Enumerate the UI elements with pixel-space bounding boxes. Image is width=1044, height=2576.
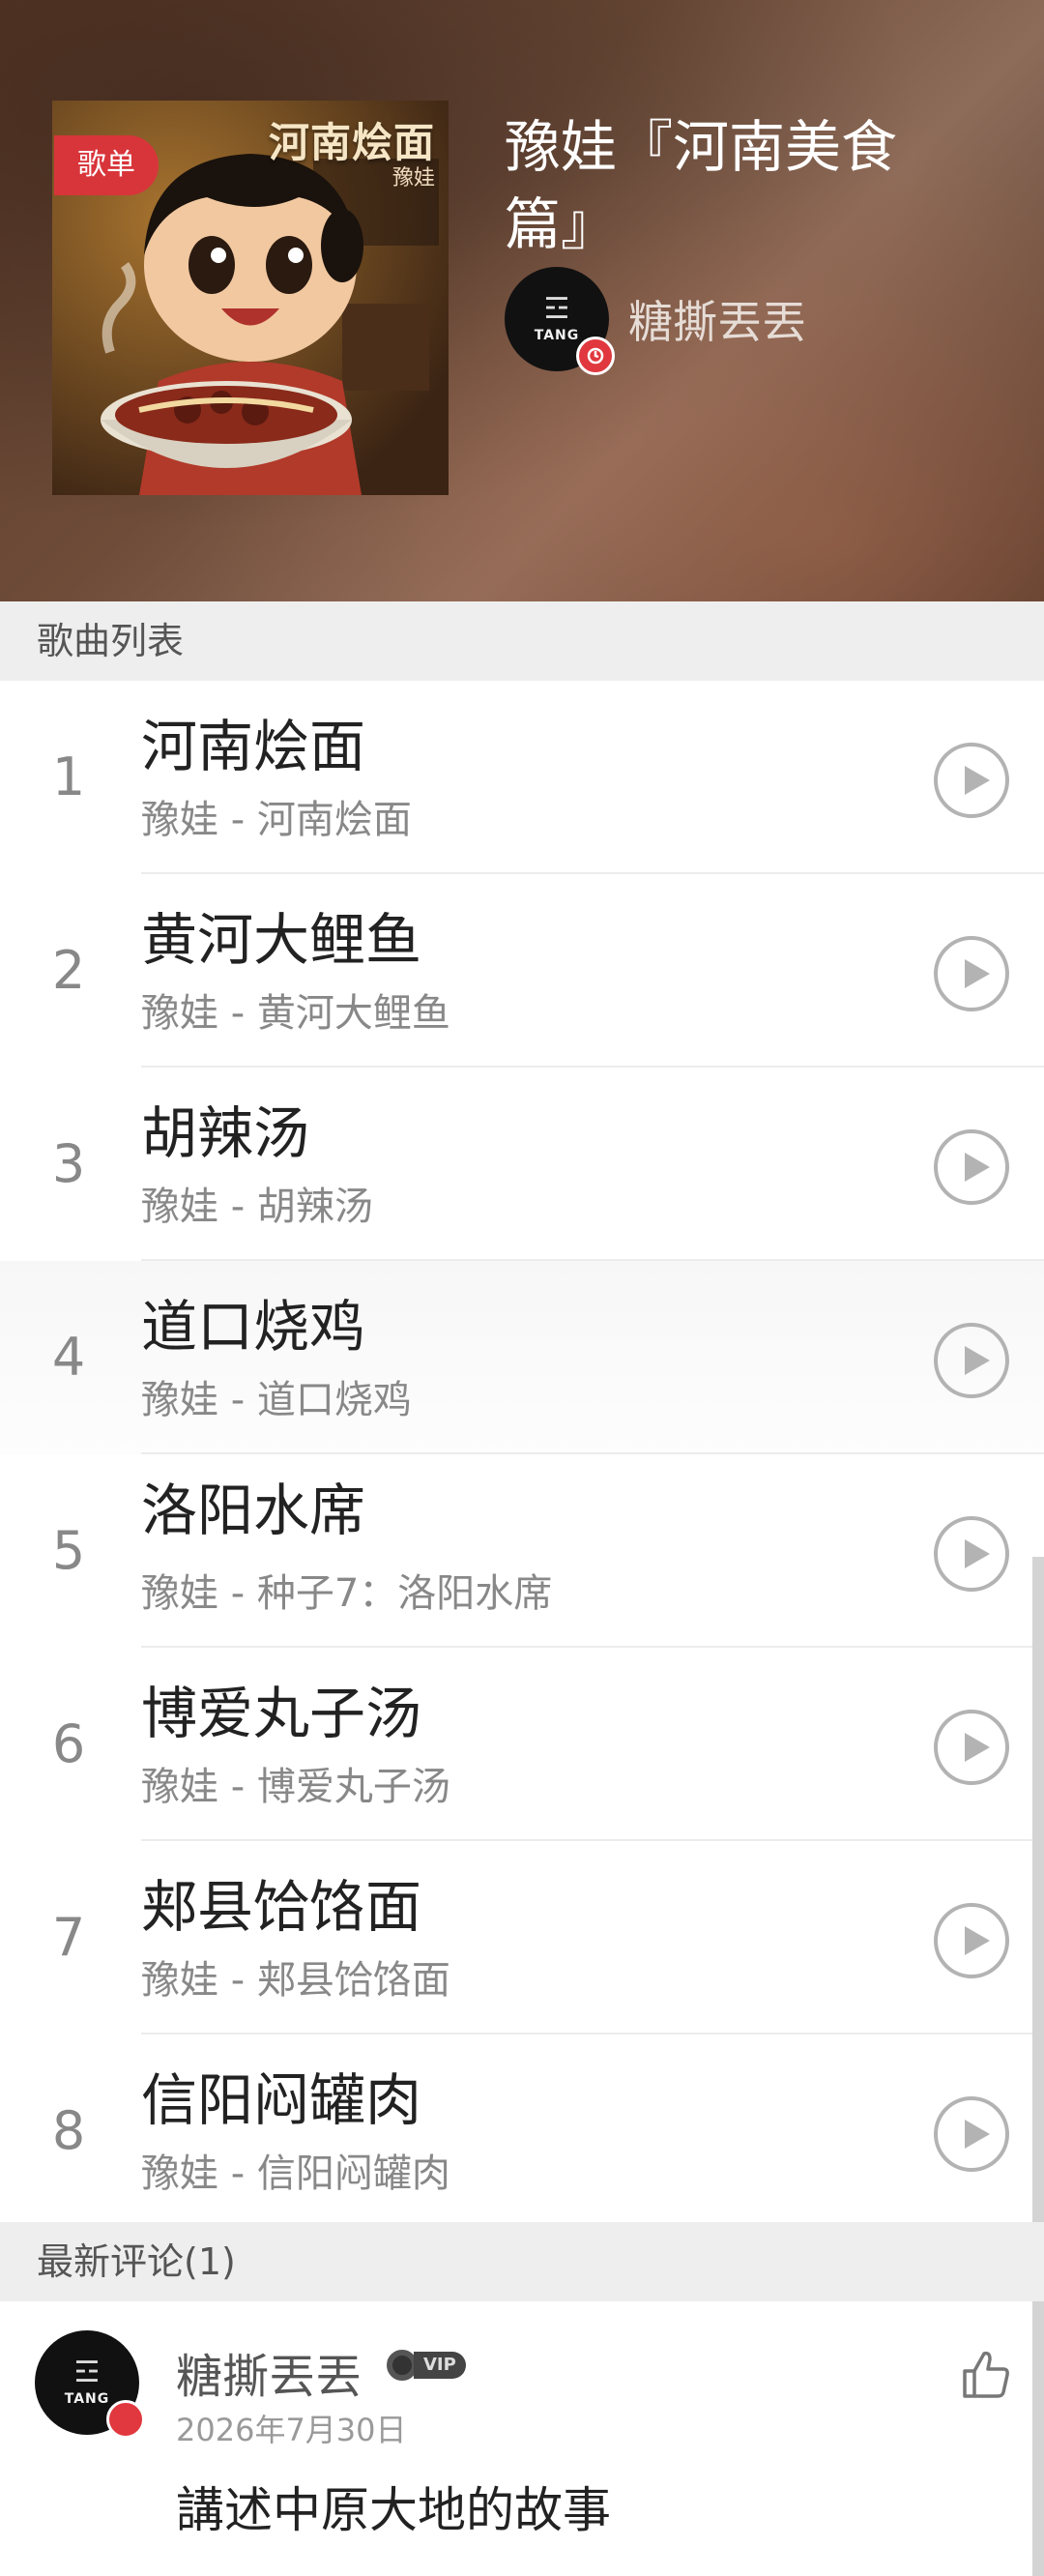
- music-badge-icon: [576, 337, 615, 375]
- comment-date: 2026年7月30日: [176, 2412, 407, 2448]
- cover-subtitle: 豫娃: [392, 166, 435, 190]
- song-number: 8: [51, 2100, 86, 2161]
- commenter-avatar[interactable]: ☲ TANG: [35, 2330, 145, 2439]
- play-circle-icon[interactable]: [934, 1516, 1009, 1592]
- song-title: 郏县饸饹面: [141, 1874, 422, 1940]
- play-circle-icon[interactable]: [934, 1129, 1009, 1205]
- song-row[interactable]: 7 郏县饸饹面 豫娃 - 郏县饸饹面: [0, 1841, 1044, 2034]
- comments-header: 最新评论(1): [0, 2222, 1044, 2301]
- song-number: 4: [51, 1327, 86, 1388]
- song-title: 信阳闷罐肉: [141, 2067, 422, 2133]
- song-row[interactable]: 5 洛阳水席 豫娃 - 种子7：洛阳水席: [0, 1454, 1044, 1648]
- play-circle-icon[interactable]: [934, 1710, 1009, 1785]
- commenter-name[interactable]: 糖撕丟丟: [176, 2338, 362, 2406]
- play-circle-icon[interactable]: [934, 936, 1009, 1011]
- song-title: 黄河大鲤鱼: [141, 907, 422, 973]
- song-row[interactable]: 2 黄河大鲤鱼 豫娃 - 黄河大鲤鱼: [0, 874, 1044, 1068]
- play-circle-icon[interactable]: [934, 1903, 1009, 1978]
- avatar-brand-text: TANG: [534, 328, 580, 343]
- song-subtitle: 豫娃 - 胡辣汤: [141, 1185, 373, 1229]
- song-number: 1: [51, 746, 86, 807]
- song-row[interactable]: 1 河南烩面 豫娃 - 河南烩面: [0, 681, 1044, 874]
- song-number: 7: [51, 1907, 86, 1968]
- song-subtitle: 豫娃 - 信阳闷罐肉: [141, 2152, 450, 2196]
- playlist-cover[interactable]: 歌单 河南烩面 豫娃: [52, 101, 449, 495]
- song-subtitle: 豫娃 - 道口烧鸡: [141, 1378, 412, 1422]
- song-subtitle: 豫娃 - 河南烩面: [141, 798, 412, 842]
- vip-badge: VIP: [387, 2350, 466, 2381]
- avatar-logo-icon: ☲: [73, 2356, 101, 2389]
- song-subtitle: 豫娃 - 博爱丸子汤: [141, 1765, 450, 1809]
- scrollbar[interactable]: [1032, 1557, 1044, 2576]
- thumbs-up-icon[interactable]: [959, 2348, 1013, 2402]
- creator-avatar[interactable]: ☲ TANG: [505, 267, 615, 375]
- vip-label: VIP: [414, 2352, 466, 2379]
- playlist-creator[interactable]: ☲ TANG 糖撕丟丟: [505, 267, 806, 375]
- song-number: 5: [51, 1520, 86, 1581]
- playlist-header: 歌单 河南烩面 豫娃 豫娃『河南美食篇』 ☲ TANG 糖撕丟丟: [0, 0, 1044, 601]
- avatar-logo-icon: ☲: [543, 292, 570, 326]
- song-number: 6: [51, 1713, 86, 1774]
- song-number: 2: [51, 940, 86, 1001]
- song-title: 洛阳水席: [141, 1478, 366, 1543]
- song-number: 3: [51, 1133, 86, 1194]
- play-circle-icon[interactable]: [934, 2096, 1009, 2172]
- cover-playlist-tag: 歌单: [54, 135, 159, 195]
- play-circle-icon[interactable]: [934, 743, 1009, 818]
- song-title: 博爱丸子汤: [141, 1681, 422, 1746]
- song-subtitle: 豫娃 - 郏县饸饹面: [141, 1958, 450, 2003]
- song-list-header: 歌曲列表: [0, 601, 1044, 681]
- song-subtitle: 豫娃 - 黄河大鲤鱼: [141, 991, 450, 1036]
- play-circle-icon[interactable]: [934, 1323, 1009, 1398]
- song-row[interactable]: 3 胡辣汤 豫娃 - 胡辣汤: [0, 1068, 1044, 1261]
- song-title: 胡辣汤: [141, 1100, 310, 1166]
- song-row[interactable]: 6 博爱丸子汤 豫娃 - 博爱丸子汤: [0, 1648, 1044, 1841]
- avatar-brand-text: TANG: [64, 2391, 110, 2407]
- music-badge-icon: [106, 2400, 145, 2439]
- playlist-title: 豫娃『河南美食篇』: [505, 114, 898, 257]
- song-title: 河南烩面: [141, 714, 366, 779]
- song-subtitle: 豫娃 - 种子7：洛阳水席: [141, 1571, 553, 1616]
- creator-name[interactable]: 糖撕丟丟: [628, 287, 806, 351]
- song-title: 道口烧鸡: [141, 1294, 366, 1360]
- song-row[interactable]: 4 道口烧鸡 豫娃 - 道口烧鸡: [0, 1261, 1044, 1454]
- comment-text: 講述中原大地的故事: [176, 2482, 611, 2538]
- song-row[interactable]: 8 信阳闷罐肉 豫娃 - 信阳闷罐肉: [0, 2034, 1044, 2228]
